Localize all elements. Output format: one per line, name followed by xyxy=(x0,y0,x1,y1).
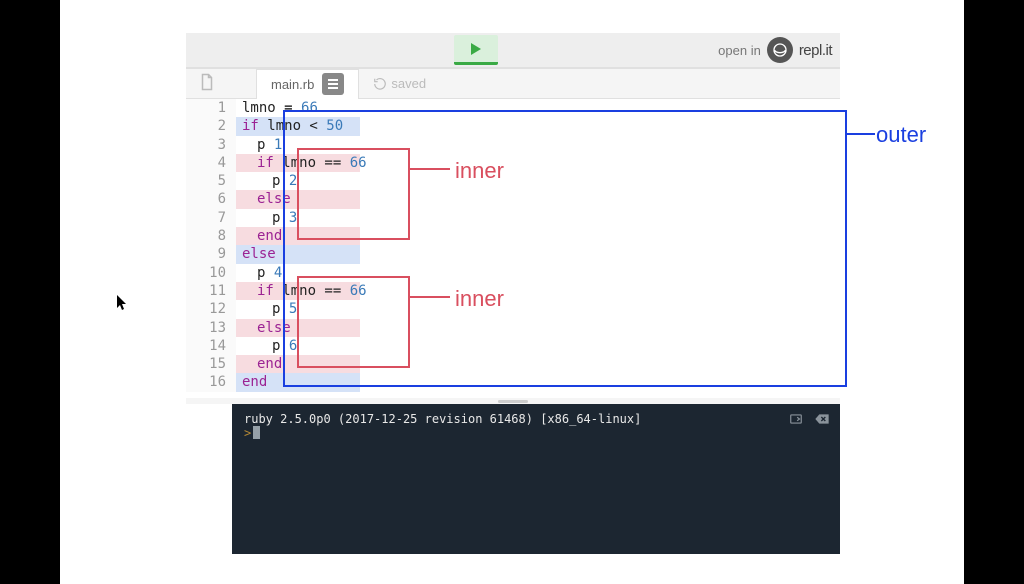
enter-icon[interactable] xyxy=(788,412,804,429)
code-line: else xyxy=(236,190,360,208)
code-line: end xyxy=(236,355,360,373)
saved-label: saved xyxy=(391,76,426,91)
code-content[interactable]: lmno = 66 if lmno < 50 p 1 if lmno == 66… xyxy=(236,99,840,392)
code-line: p 2 xyxy=(236,172,840,190)
code-line: if lmno < 50 xyxy=(236,117,360,135)
code-line: p 5 xyxy=(236,300,840,318)
play-icon xyxy=(471,43,481,55)
annotation-connector xyxy=(847,133,875,135)
open-in-label: open in xyxy=(718,43,761,58)
code-line: p 3 xyxy=(236,209,840,227)
code-line: end xyxy=(236,373,360,391)
code-editor[interactable]: 1 2 3 4 5 6 7 8 9 10 11 12 13 14 15 16 l… xyxy=(186,99,840,392)
file-icon[interactable] xyxy=(198,73,216,95)
tab-bar: main.rb saved xyxy=(186,69,840,99)
code-line: if lmno == 66 xyxy=(236,154,360,172)
open-in-replit[interactable]: open in repl.it xyxy=(718,37,832,63)
replit-logo-icon xyxy=(767,37,793,63)
run-button[interactable] xyxy=(454,35,498,65)
prompt-char: > xyxy=(244,426,251,440)
tab-label: main.rb xyxy=(271,77,314,92)
code-line: p 6 xyxy=(236,337,840,355)
letterbox-right xyxy=(964,0,1024,584)
code-line: end xyxy=(236,227,360,245)
saved-indicator: saved xyxy=(373,76,426,91)
console-tools xyxy=(788,412,830,429)
code-line: if lmno == 66 xyxy=(236,282,360,300)
console-cursor xyxy=(253,426,260,439)
mouse-cursor xyxy=(117,295,129,316)
replit-brand: repl.it xyxy=(799,42,832,59)
top-bar: open in repl.it xyxy=(186,33,840,69)
code-line: lmno = 66 xyxy=(236,99,840,117)
console-panel[interactable]: ruby 2.5.0p0 (2017-12-25 revision 61468)… xyxy=(232,404,840,554)
console-output: ruby 2.5.0p0 (2017-12-25 revision 61468)… xyxy=(244,412,828,426)
annotation-label-outer: outer xyxy=(876,122,926,148)
tab-main-rb[interactable]: main.rb xyxy=(256,69,359,99)
clear-icon[interactable] xyxy=(814,412,830,429)
code-line: p 4 xyxy=(236,264,840,282)
code-line: else xyxy=(236,319,360,337)
letterbox-left xyxy=(0,0,60,584)
code-line: else xyxy=(236,245,360,263)
line-number-gutter: 1 2 3 4 5 6 7 8 9 10 11 12 13 14 15 16 xyxy=(186,99,236,392)
code-line: p 1 xyxy=(236,136,840,154)
tab-menu-icon[interactable] xyxy=(322,73,344,95)
ide-workspace: open in repl.it main.rb saved 1 2 3 4 xyxy=(186,33,840,392)
console-prompt-line: > xyxy=(244,426,828,440)
